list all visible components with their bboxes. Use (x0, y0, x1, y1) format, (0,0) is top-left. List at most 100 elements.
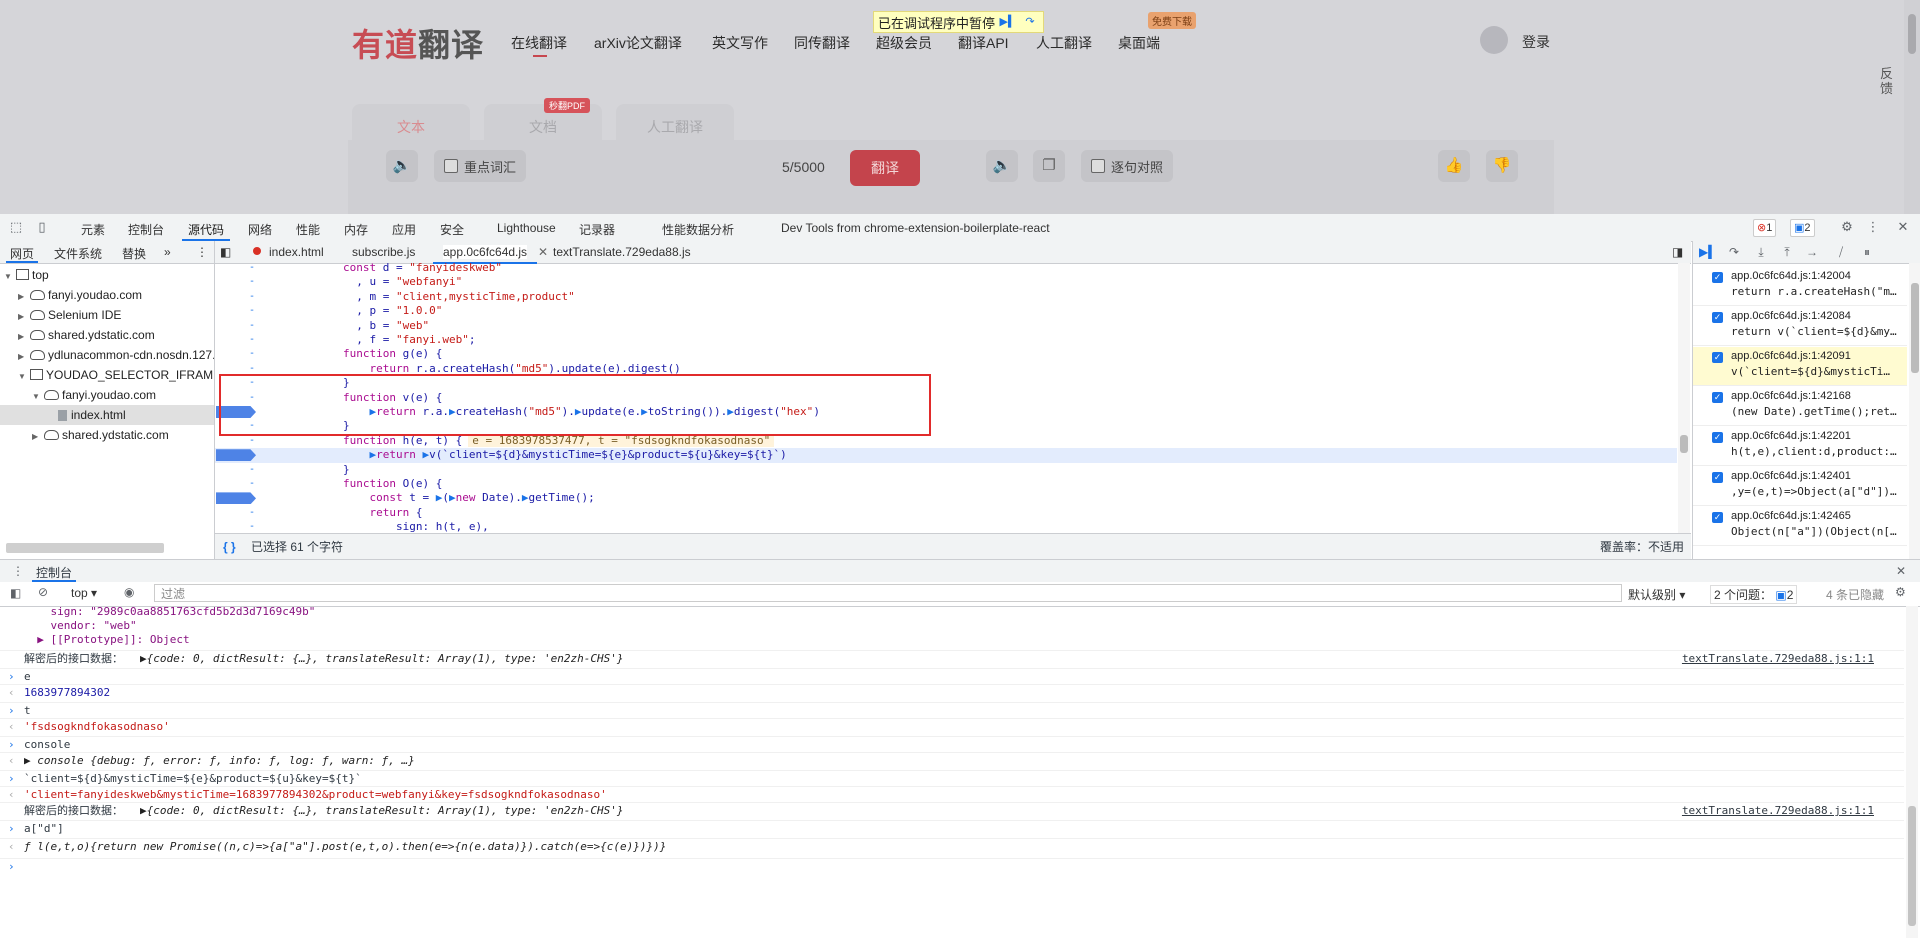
console-row[interactable]: › (0, 858, 1904, 876)
speaker-icon[interactable]: 🔈 (386, 150, 418, 182)
page-scrollbar[interactable] (1904, 0, 1920, 214)
tab-recorder[interactable]: 记录器 (579, 221, 615, 238)
code-line[interactable]: - , f = "fanyi.web"; (215, 333, 1677, 347)
tab-text[interactable]: 文本 (352, 104, 470, 144)
speaker-icon[interactable]: 🔈 (986, 150, 1018, 182)
navigator-menu-icon[interactable]: ⋮ (196, 245, 208, 259)
checkbox-checked-icon[interactable]: ✓ (1712, 472, 1723, 483)
pause-exceptions-icon[interactable]: ⏸ (1859, 245, 1875, 259)
tree-item[interactable]: ▶ Selenium IDE (0, 305, 214, 325)
line-gutter[interactable]: - (215, 275, 255, 289)
tab-lighthouse[interactable]: Lighthouse (497, 221, 556, 235)
checkbox-checked-icon[interactable]: ✓ (1712, 272, 1723, 283)
sidebar-toggle-icon[interactable]: ◧ (10, 586, 21, 600)
editor-tab-index-html[interactable]: index.html (269, 245, 324, 259)
tab-human[interactable]: 人工翻译 (616, 104, 734, 144)
line-gutter[interactable]: - (215, 263, 255, 275)
tree-item[interactable]: ▶ shared.ydstatic.com (0, 325, 214, 345)
tree-item[interactable]: ▶ shared.ydstatic.com (0, 425, 214, 445)
source-link[interactable]: textTranslate.729eda88.js:1:1 (1682, 651, 1874, 667)
log-level-select[interactable]: 默认级别 ▾ (1628, 586, 1685, 603)
nav-human-translate[interactable]: 人工翻译 (1036, 33, 1092, 53)
navigator-scrollbar[interactable] (6, 543, 164, 553)
tab-extension-devtools[interactable]: Dev Tools from chrome-extension-boilerpl… (781, 221, 1050, 235)
editor-tab-texttranslate-js[interactable]: textTranslate.729eda88.js (553, 245, 691, 259)
breakpoint-item[interactable]: ✓ app.0c6fc64d.js:1:42465 Object(n["a"])(O… (1693, 507, 1907, 546)
line-gutter[interactable]: - (215, 506, 255, 520)
issues-button[interactable]: 2 个问题： ▣2 (1710, 585, 1798, 604)
more-menu-icon[interactable]: ⋮ (1866, 220, 1880, 234)
tree-item[interactable]: ▼ YOUDAO_SELECTOR_IFRAME (ir (0, 365, 214, 385)
tab-security[interactable]: 安全 (440, 221, 464, 238)
nav-arxiv-translate[interactable]: arXiv论文翻译 (594, 33, 682, 53)
line-gutter[interactable]: - (215, 477, 255, 491)
close-drawer-icon[interactable]: ✕ (1896, 564, 1906, 578)
line-gutter[interactable]: - (215, 347, 255, 361)
expand-right-icon[interactable]: ▶ (18, 287, 28, 305)
source-link[interactable]: textTranslate.729eda88.js:1:1 (1682, 803, 1874, 819)
avatar[interactable] (1480, 26, 1508, 54)
breakpoint-item[interactable]: ✓ app.0c6fc64d.js:1:42401 ,y=(e,t)=>Object… (1693, 467, 1907, 506)
console-row[interactable]: › a["d"] (0, 820, 1904, 838)
expand-right-icon[interactable]: ▶ (18, 347, 28, 365)
code-line[interactable]: - , p = "1.0.0" (215, 304, 1677, 318)
console-messages[interactable]: sign: "2989c0aa8851763cfd5b2d3d7169c49b"… (0, 606, 1904, 938)
expand-right-icon[interactable]: ▶ (18, 307, 28, 325)
deactivate-breakpoints-icon[interactable]: ⧸ (1833, 245, 1849, 259)
code-line[interactable]: - const d = "fanyideskweb" (215, 263, 1677, 275)
breakpoint-marker[interactable] (216, 492, 256, 505)
error-count-badge[interactable]: ⊗1 (1753, 219, 1777, 237)
console-scrollbar[interactable] (1906, 606, 1918, 938)
code-line[interactable]: - function g(e) { (215, 347, 1677, 361)
inspect-icon[interactable]: ⬚ (9, 220, 23, 234)
checkbox-checked-icon[interactable]: ✓ (1712, 512, 1723, 523)
line-gutter[interactable]: - (215, 463, 255, 477)
resume-icon[interactable]: ▶▍ (1699, 245, 1717, 259)
tab-performance[interactable]: 性能 (296, 221, 320, 238)
console-row[interactable]: ‹ 1683977894302 (0, 684, 1904, 702)
toggle-navigator-icon[interactable]: ◧ (220, 245, 231, 259)
editor-scrollbar[interactable] (1678, 263, 1690, 533)
clear-console-icon[interactable]: ⊘ (38, 585, 48, 599)
tab-console[interactable]: 控制台 (128, 221, 164, 238)
expand-right-icon[interactable]: ▶ (18, 327, 28, 345)
console-row[interactable]: ‹ ▶ console {debug: ƒ, error: ƒ, info: ƒ,… (0, 752, 1904, 770)
code-line[interactable]: -} (215, 463, 1677, 477)
expand-down-icon[interactable]: ▼ (4, 267, 14, 285)
tab-application[interactable]: 应用 (392, 221, 416, 238)
feedback-tab[interactable]: 反馈 (1880, 66, 1894, 96)
thumbs-down-icon[interactable]: 👎 (1486, 150, 1518, 182)
breakpoint-item[interactable]: ✓ app.0c6fc64d.js:1:42091 v(`client=${d}&m… (1693, 347, 1907, 386)
line-gutter[interactable]: - (215, 333, 255, 347)
translate-button[interactable]: 翻译 (850, 150, 920, 186)
tab-perf-insights[interactable]: 性能数据分析 (662, 221, 734, 238)
checkbox-checked-icon[interactable]: ✓ (1712, 432, 1723, 443)
checkbox-checked-icon[interactable]: ✓ (1712, 352, 1723, 363)
tab-filesystem[interactable]: 文件系统 (54, 245, 102, 262)
step-out-icon[interactable]: ⤒ (1779, 245, 1795, 259)
console-row[interactable]: ‹ 'fsdsogkndfokasodnaso' (0, 718, 1904, 736)
console-row[interactable]: 解密后的接口数据： ▶{code: 0, dictResult: {…}, tra… (0, 802, 1904, 820)
tab-elements[interactable]: 元素 (81, 221, 105, 238)
code-line[interactable]: - , u = "webfanyi" (215, 275, 1677, 289)
settings-gear-icon[interactable]: ⚙ (1840, 220, 1854, 234)
tab-memory[interactable]: 内存 (344, 221, 368, 238)
tab-overrides[interactable]: 替换 (122, 245, 146, 262)
live-expression-eye-icon[interactable]: ◉ (124, 585, 134, 599)
breakpoint-item[interactable]: ✓ app.0c6fc64d.js:1:42201 h(t,e),client:d,… (1693, 427, 1907, 466)
line-gutter[interactable]: - (215, 319, 255, 333)
resume-icon[interactable]: ▶▍ (999, 14, 1017, 30)
checkbox-checked-icon[interactable]: ✓ (1712, 392, 1723, 403)
tree-item[interactable]: ▼ top (0, 265, 214, 285)
tab-sources[interactable]: 源代码 (181, 221, 231, 241)
console-row[interactable]: 解密后的接口数据： ▶{code: 0, dictResult: {…}, tra… (0, 650, 1904, 668)
console-row[interactable]: ▶ [[Prototype]]: Object (0, 632, 1904, 649)
expand-down-icon[interactable]: ▼ (18, 367, 28, 385)
close-tab-icon[interactable]: ✕ (538, 245, 548, 259)
more-tabs-icon[interactable]: » (164, 245, 171, 259)
code-line[interactable]: - , b = "web" (215, 319, 1677, 333)
thumbs-up-icon[interactable]: 👍 (1438, 150, 1470, 182)
code-line[interactable]: - function O(e) { (215, 477, 1677, 491)
console-settings-icon[interactable]: ⚙ (1895, 585, 1906, 599)
tree-item[interactable]: index.html (0, 405, 214, 425)
